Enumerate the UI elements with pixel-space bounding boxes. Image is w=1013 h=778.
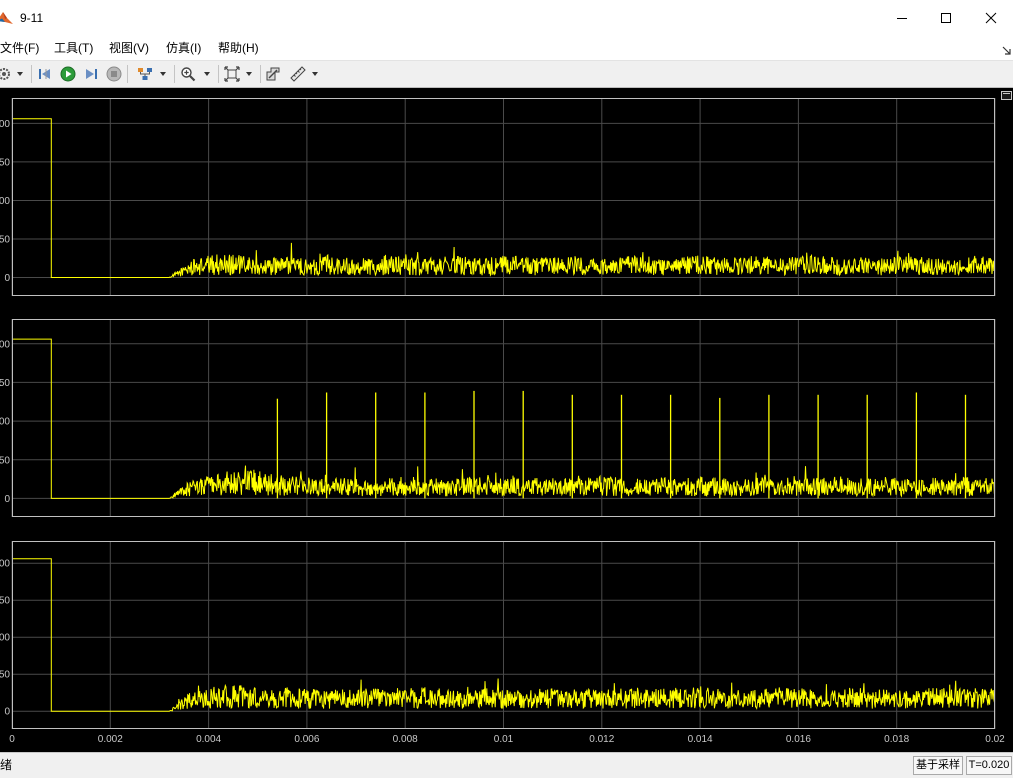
y-tick-label: 100	[0, 633, 10, 644]
x-tick-label: 0.004	[196, 734, 221, 745]
y-tick-label: 150	[0, 596, 10, 607]
y-tick-label: 50	[0, 670, 10, 681]
toolbar-separator	[127, 65, 128, 83]
gear-icon[interactable]	[0, 66, 12, 82]
title-bar: 9-11	[0, 0, 1013, 36]
x-tick-label: 0.01	[494, 734, 514, 745]
x-tick-label: 0.008	[393, 734, 418, 745]
scope-panel-1: 0 50 100 150 200	[0, 98, 996, 296]
menu-tools[interactable]: 工具(T)	[54, 36, 93, 60]
window-title: 9-11	[20, 11, 44, 25]
status-text: 就绪	[0, 758, 13, 772]
minimize-button[interactable]	[879, 0, 925, 36]
y-tick-label: 100	[0, 417, 10, 428]
restore-layout-icon[interactable]	[1001, 91, 1012, 100]
signal-selector-icon[interactable]	[137, 66, 153, 82]
scope-panel-2: 0 50 100 150 200	[0, 319, 996, 517]
highlight-block-icon[interactable]	[265, 66, 281, 82]
y-tick-label: 50	[0, 455, 10, 466]
x-tick-label: 0.016	[786, 734, 811, 745]
menu-bar: 文件(F) 工具(T) 视图(V) 仿真(I) 帮助(H)	[0, 36, 1013, 60]
toolbar	[0, 60, 1013, 87]
x-tick-label: 0.02	[985, 734, 1005, 745]
matlab-logo-icon	[0, 10, 13, 26]
simulation-time-indicator: T=0.020	[966, 756, 1012, 775]
y-tick-label: 0	[4, 494, 10, 505]
zoom-to-fit-icon[interactable]	[224, 66, 240, 82]
close-button[interactable]	[969, 0, 1013, 36]
dropdown-caret-icon[interactable]	[17, 72, 23, 76]
y-tick-label: 50	[0, 235, 10, 246]
run-icon[interactable]	[60, 66, 76, 82]
menu-help[interactable]: 帮助(H)	[218, 36, 259, 60]
toolbar-separator	[260, 65, 261, 83]
menu-view[interactable]: 视图(V)	[109, 36, 149, 60]
maximize-button[interactable]	[923, 0, 969, 36]
toolbar-separator	[174, 65, 175, 83]
scope-plot-area: 0 50 100 150 200 0 50 100 150 200 0 50 100 150 200 0 0.0…	[0, 87, 1013, 752]
menu-expand-icon[interactable]	[1002, 43, 1012, 55]
x-tick-label: 0.012	[589, 734, 614, 745]
zoom-in-icon[interactable]	[180, 66, 196, 82]
x-tick-label: 0.006	[294, 734, 319, 745]
maximize-icon	[941, 13, 951, 23]
y-tick-label: 200	[0, 339, 10, 350]
dropdown-caret-icon[interactable]	[204, 72, 210, 76]
toolbar-separator	[218, 65, 219, 83]
x-tick-label: 0.002	[98, 734, 123, 745]
status-bar: 就绪 基于采样 T=0.020	[0, 752, 1013, 778]
menu-file[interactable]: 文件(F)	[0, 36, 39, 60]
y-tick-label: 100	[0, 196, 10, 207]
scope-display[interactable]: 0 50 100 150 200 0 50 100 150 200 0 50 100 150 200 0 0.0…	[0, 87, 1013, 753]
scope-panel-3: 0 50 100 150 200 0 0.002 0.004 0.006 0.008 0.01 0.0…	[0, 541, 1005, 745]
y-tick-label: 150	[0, 378, 10, 389]
x-tick-label: 0.018	[884, 734, 909, 745]
menu-simulation[interactable]: 仿真(I)	[166, 36, 201, 60]
minimize-icon	[897, 18, 907, 19]
close-icon	[985, 12, 997, 24]
dropdown-caret-icon[interactable]	[160, 72, 166, 76]
y-tick-label: 150	[0, 157, 10, 168]
y-tick-label: 200	[0, 119, 10, 130]
toolbar-separator	[31, 65, 32, 83]
stop-icon[interactable]	[106, 66, 122, 82]
step-forward-icon[interactable]	[83, 66, 99, 82]
y-tick-label: 0	[4, 273, 10, 284]
step-back-icon[interactable]	[37, 66, 53, 82]
x-tick-label: 0.014	[688, 734, 713, 745]
sample-mode-indicator: 基于采样	[913, 756, 963, 775]
x-tick-label: 0	[9, 734, 15, 745]
y-tick-label: 200	[0, 559, 10, 570]
dropdown-caret-icon[interactable]	[246, 72, 252, 76]
dropdown-caret-icon[interactable]	[312, 72, 318, 76]
measurement-tool-icon[interactable]	[290, 66, 306, 82]
y-tick-label: 0	[4, 707, 10, 718]
